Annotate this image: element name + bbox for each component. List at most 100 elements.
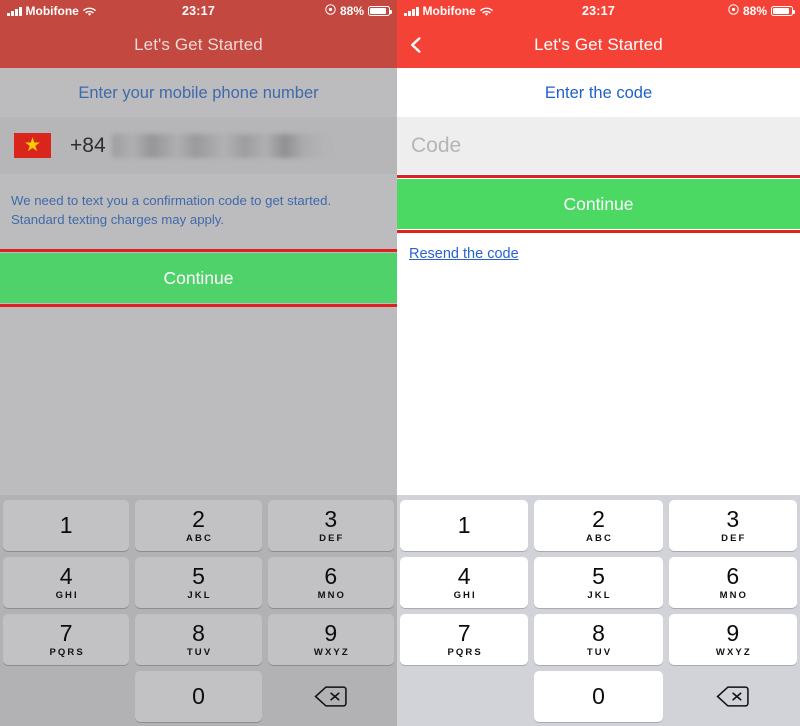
keypad-row: 7 PQRS 8 TUV 9 WXYZ bbox=[400, 614, 797, 665]
key-letters: TUV bbox=[586, 646, 613, 658]
code-input-placeholder: Code bbox=[411, 133, 462, 157]
left-continue-button[interactable]: Continue bbox=[0, 253, 397, 304]
key-delete[interactable] bbox=[669, 671, 797, 722]
key-num: 7 bbox=[59, 619, 73, 646]
key-9[interactable]: 9 WXYZ bbox=[267, 614, 394, 665]
key-num: 2 bbox=[192, 505, 205, 532]
key-num: 2 bbox=[592, 505, 605, 532]
key-num: 5 bbox=[192, 562, 205, 589]
key-num: 7 bbox=[457, 619, 471, 646]
right-cta-wrap: Continue bbox=[397, 175, 800, 233]
key-num: 3 bbox=[324, 505, 338, 532]
phone-number-field[interactable]: ★ +84 bbox=[0, 117, 397, 174]
chevron-left-icon[interactable] bbox=[407, 36, 425, 54]
key-letters: ABC bbox=[586, 532, 613, 544]
keypad-row: 4 GHI 5 JKL 6 MNO bbox=[3, 557, 394, 608]
backspace-delete-icon bbox=[716, 685, 750, 708]
key-num: 5 bbox=[592, 562, 605, 589]
key-0[interactable]: 0 bbox=[135, 671, 262, 722]
key-6[interactable]: 6 MNO bbox=[267, 557, 394, 608]
key-letters: JKL bbox=[587, 589, 612, 601]
dial-code-label: +84 bbox=[70, 133, 106, 157]
key-letters: PQRS bbox=[447, 646, 483, 658]
key-num: 6 bbox=[324, 562, 338, 589]
right-heading: Enter the code bbox=[544, 84, 653, 102]
key-letters: WXYZ bbox=[313, 646, 350, 658]
key-0[interactable]: 0 bbox=[534, 671, 663, 722]
keypad-row: 7 PQRS 8 TUV 9 WXYZ bbox=[3, 614, 394, 665]
battery-icon bbox=[771, 6, 796, 16]
keypad-row: 0 bbox=[400, 671, 797, 722]
key-letters: TUV bbox=[186, 646, 213, 658]
key-letters: MNO bbox=[719, 589, 749, 601]
vietnam-flag-icon: ★ bbox=[14, 133, 51, 158]
code-input-field[interactable]: Code bbox=[397, 117, 800, 174]
backspace-delete-icon bbox=[314, 685, 348, 708]
key-letters: GHI bbox=[453, 589, 477, 601]
key-blank-left bbox=[3, 671, 129, 722]
key-num: 9 bbox=[726, 619, 740, 646]
left-cta-wrap: Continue bbox=[0, 249, 397, 308]
clock-label: 23:17 bbox=[182, 4, 215, 18]
key-3[interactable]: 3 DEF bbox=[668, 500, 797, 551]
left-heading: Enter your mobile phone number bbox=[78, 84, 319, 102]
key-letters: JKL bbox=[187, 589, 212, 601]
left-note-text: We need to text you a confirmation code … bbox=[11, 193, 332, 227]
left-content: Enter your mobile phone number ★ +84 We … bbox=[0, 68, 397, 308]
key-letters: GHI bbox=[55, 589, 79, 601]
key-9[interactable]: 9 WXYZ bbox=[668, 614, 797, 665]
key-8[interactable]: 8 TUV bbox=[135, 614, 262, 665]
key-2[interactable]: 2 ABC bbox=[135, 500, 262, 551]
right-status-bar: Mobifone 23:17 88% bbox=[397, 0, 800, 22]
right-nav-bar: Let's Get Started bbox=[397, 22, 800, 68]
key-num: 8 bbox=[592, 619, 605, 646]
keypad-row: 1 2 ABC 3 DEF bbox=[3, 500, 394, 551]
key-num: 9 bbox=[324, 619, 338, 646]
resend-code-link[interactable]: Resend the code bbox=[409, 246, 519, 262]
key-letters: MNO bbox=[317, 589, 347, 601]
key-blank-left bbox=[400, 671, 528, 722]
key-letters: DEF bbox=[721, 532, 747, 544]
left-nav-bar: Let's Get Started bbox=[0, 22, 397, 68]
key-letters: PQRS bbox=[49, 646, 85, 658]
left-numeric-keypad: 1 2 ABC 3 DEF 4 GHI 5 JKL 6 MNO 7 PQRS 8 TUV 9W… bbox=[0, 495, 397, 726]
key-4[interactable]: 4 GHI bbox=[3, 557, 130, 608]
left-nav-title: Let's Get Started bbox=[134, 35, 263, 54]
key-num: 0 bbox=[192, 683, 205, 709]
key-7[interactable]: 7 PQRS bbox=[400, 614, 529, 665]
left-phone-screen: Mobifone 23:17 88% Let's Get Started Ent… bbox=[0, 0, 397, 726]
key-num: 4 bbox=[457, 562, 471, 589]
key-num: 1 bbox=[457, 512, 471, 538]
key-8[interactable]: 8 TUV bbox=[534, 614, 663, 665]
phone-number-masked-value bbox=[111, 133, 345, 158]
key-4[interactable]: 4 GHI bbox=[400, 557, 529, 608]
right-numeric-keypad: 1 2 ABC 3 DEF 4 GHI 5 JKL 6 MNO 7 PQRS 8 TUV 9W… bbox=[397, 495, 800, 726]
right-phone-screen: Mobifone 23:17 88% Let's Get Started Ent… bbox=[397, 0, 800, 726]
key-letters: ABC bbox=[186, 532, 213, 544]
key-letters: DEF bbox=[319, 532, 345, 544]
right-nav-title: Let's Get Started bbox=[534, 35, 663, 54]
key-letters: WXYZ bbox=[715, 646, 752, 658]
dual-screenshot-comparison: Mobifone 23:17 88% Let's Get Started Ent… bbox=[0, 0, 800, 726]
key-7[interactable]: 7 PQRS bbox=[3, 614, 130, 665]
key-6[interactable]: 6 MNO bbox=[668, 557, 797, 608]
clock-label: 23:17 bbox=[582, 4, 615, 18]
keypad-row: 1 2 ABC 3 DEF bbox=[400, 500, 797, 551]
key-num: 6 bbox=[726, 562, 740, 589]
keypad-row: 0 bbox=[3, 671, 394, 722]
right-continue-button[interactable]: Continue bbox=[397, 179, 800, 229]
key-num: 0 bbox=[592, 683, 605, 709]
right-content: Enter the code Code Continue Resend the … bbox=[397, 68, 800, 263]
key-5[interactable]: 5 JKL bbox=[135, 557, 262, 608]
key-num: 8 bbox=[192, 619, 205, 646]
key-delete[interactable] bbox=[268, 671, 394, 722]
keypad-row: 4 GHI 5 JKL 6 MNO bbox=[400, 557, 797, 608]
key-5[interactable]: 5 JKL bbox=[534, 557, 663, 608]
key-2[interactable]: 2 ABC bbox=[534, 500, 663, 551]
key-3[interactable]: 3 DEF bbox=[267, 500, 394, 551]
key-1[interactable]: 1 bbox=[400, 500, 529, 551]
key-1[interactable]: 1 bbox=[3, 500, 130, 551]
left-status-bar: Mobifone 23:17 88% bbox=[0, 0, 397, 22]
key-num: 3 bbox=[726, 505, 740, 532]
key-num: 1 bbox=[59, 512, 73, 538]
